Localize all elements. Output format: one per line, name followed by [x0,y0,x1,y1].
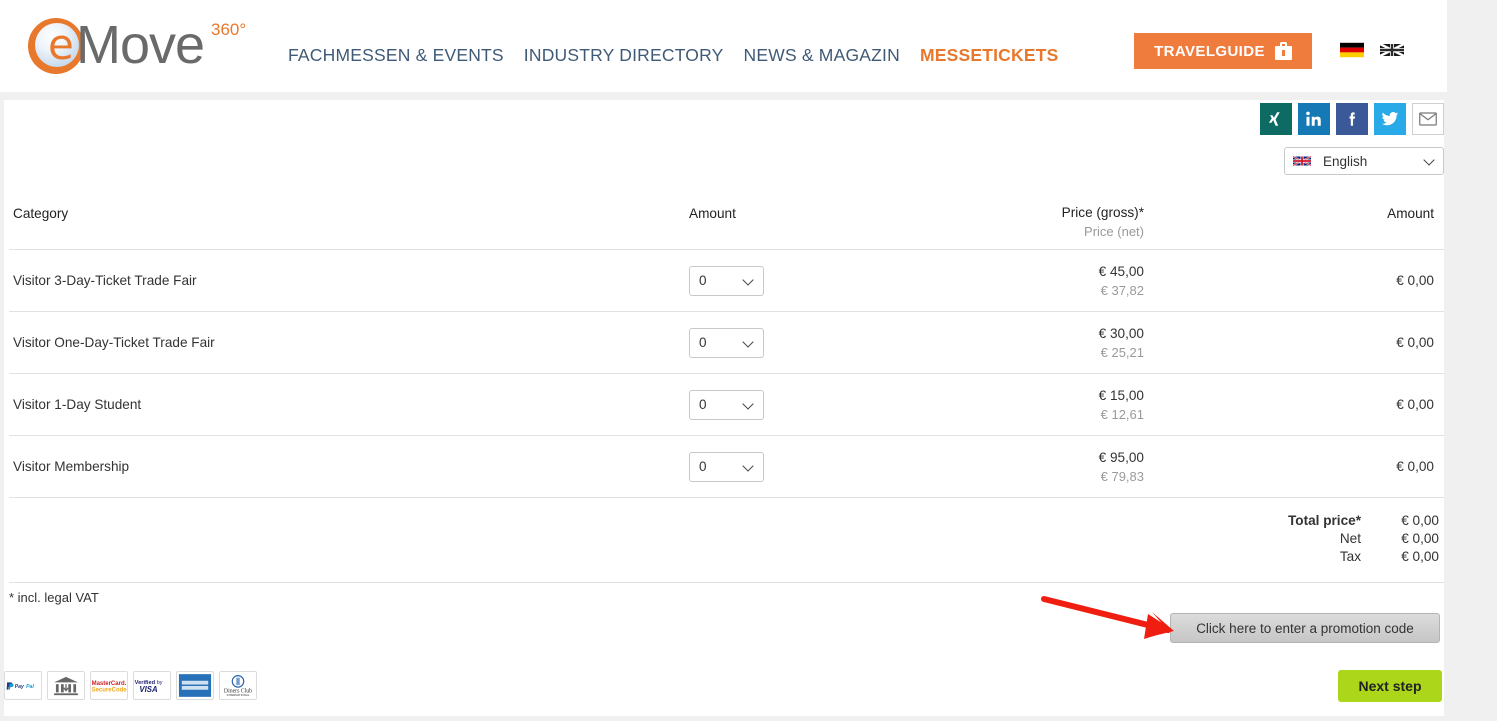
svg-text:Pal: Pal [26,684,34,690]
quantity-select-membership[interactable]: 0 [689,451,764,482]
next-step-button[interactable]: Next step [1338,670,1442,702]
total-price-line: Total price* € 0,00 [9,512,1439,530]
chevron-down-icon [744,462,754,472]
header-price: Price (gross)* Price (net) [814,205,1194,239]
social-share-bar [1260,103,1444,135]
travelguide-button[interactable]: TRAVELGUIDE [1134,33,1312,69]
table-header-row: Category Amount Price (gross)* Price (ne… [9,200,1444,250]
price-net: € 37,82 [1100,282,1144,298]
language-select[interactable]: English [1284,147,1444,175]
totals-block: Total price* € 0,00 Net € 0,00 Tax € 0,0… [9,498,1444,583]
language-flags [1340,42,1404,58]
diners-club-icon: Diners Club INTERNATIONAL [219,671,257,700]
verified-by-visa-icon: Verified by VISA [133,671,171,700]
chevron-down-icon [744,338,754,348]
svg-text:Pay: Pay [15,684,25,690]
header-line-amount: Amount [1387,206,1434,221]
share-email-icon[interactable] [1412,103,1444,135]
share-facebook-icon[interactable] [1336,103,1368,135]
main-navigation: FACHMESSEN & EVENTS INDUSTRY DIRECTORY N… [288,45,1058,66]
quantity-value: 0 [699,459,707,474]
price-net: € 12,61 [1100,406,1144,422]
quantity-value: 0 [699,335,707,350]
logo-wordmark: Move [76,15,205,75]
price-gross: € 95,00 [1098,449,1144,465]
table-row: Visitor Membership 0 € 95,00 € 79,83 € 0… [9,436,1444,498]
total-price-label: Total price* [1287,513,1361,528]
quantity-value: 0 [699,397,707,412]
ticket-name: Visitor 1-Day Student [13,396,142,412]
line-amount: € 0,00 [1396,334,1434,350]
svg-text:SecureCode.: SecureCode. [92,687,127,693]
share-twitter-icon[interactable] [1374,103,1406,135]
share-linkedin-icon[interactable] [1298,103,1330,135]
american-express-icon [176,671,214,700]
svg-text:MasterCard.: MasterCard. [92,680,127,686]
ticket-table: Category Amount Price (gross)* Price (ne… [9,200,1444,583]
table-row: Visitor 1-Day Student 0 € 15,00 € 12,61 … [9,374,1444,436]
promotion-code-button[interactable]: Click here to enter a promotion code [1170,613,1440,643]
price-gross: € 15,00 [1098,387,1144,403]
header-amount: Amount [689,206,736,221]
chevron-down-icon [1425,156,1435,166]
promotion-code-label: Click here to enter a promotion code [1196,620,1414,636]
page-bottom-gutter [0,716,1497,721]
ticket-name: Visitor Membership [13,458,130,474]
net-line: Net € 0,00 [9,530,1439,548]
net-label: Net [1339,531,1361,546]
sofort-bank-icon [47,671,85,700]
chevron-down-icon [744,276,754,286]
svg-text:by: by [157,680,163,686]
logo-superscript: 360° [211,20,247,39]
price-net: € 79,83 [1100,468,1144,484]
header-price-gross: Price (gross)* [1061,205,1144,220]
quantity-select-oneday[interactable]: 0 [689,327,764,358]
payment-methods: Pay Pal MasterCard. SecureCode. Verified… [4,671,257,700]
mastercard-securecode-icon: MasterCard. SecureCode. [90,671,128,700]
svg-text:INTERNATIONAL: INTERNATIONAL [227,693,250,697]
nav-item-messetickets[interactable]: MESSETICKETS [920,45,1059,66]
line-amount: € 0,00 [1396,396,1434,412]
quantity-value: 0 [699,273,707,288]
header-price-net: Price (net) [1084,224,1144,239]
ticket-name: Visitor 3-Day-Ticket Trade Fair [13,272,197,288]
vat-note: * incl. legal VAT [9,590,99,605]
site-header: e Move 360° FACHMESSEN & EVENTS INDUSTRY… [0,0,1447,92]
tax-label: Tax [1339,549,1361,564]
price-gross: € 30,00 [1098,325,1144,341]
quantity-select-student[interactable]: 0 [689,389,764,420]
page-scroll-gutter [1447,0,1497,721]
total-price-value: € 0,00 [1401,513,1439,528]
travelguide-label: TRAVELGUIDE [1154,42,1265,60]
language-flag-icon [1293,155,1311,167]
price-gross: € 45,00 [1098,263,1144,279]
flag-de-icon[interactable] [1340,42,1364,58]
price-net: € 25,21 [1100,344,1144,360]
suitcase-icon [1274,42,1292,60]
line-amount: € 0,00 [1396,272,1434,288]
table-row: Visitor 3-Day-Ticket Trade Fair 0 € 45,0… [9,250,1444,312]
svg-text:VISA: VISA [139,685,158,694]
flag-en-icon[interactable] [1380,42,1404,58]
table-row: Visitor One-Day-Ticket Trade Fair 0 € 30… [9,312,1444,374]
nav-item-fachmessen[interactable]: FACHMESSEN & EVENTS [288,45,504,66]
tax-line: Tax € 0,00 [9,548,1439,566]
header-category: Category [13,206,69,221]
logo-letter-e: e [48,20,74,69]
page-root: e Move 360° FACHMESSEN & EVENTS INDUSTRY… [0,0,1497,721]
share-xing-icon[interactable] [1260,103,1292,135]
language-select-value: English [1323,153,1368,169]
nav-item-industry-directory[interactable]: INDUSTRY DIRECTORY [524,45,724,66]
net-value: € 0,00 [1401,531,1439,546]
site-logo[interactable]: e Move 360° [28,12,246,75]
nav-item-news-magazin[interactable]: NEWS & MAGAZIN [744,45,900,66]
ticket-name: Visitor One-Day-Ticket Trade Fair [13,334,215,350]
chevron-down-icon [744,400,754,410]
quantity-select-3day[interactable]: 0 [689,265,764,296]
tax-value: € 0,00 [1401,549,1439,564]
paypal-icon: Pay Pal [4,671,42,700]
line-amount: € 0,00 [1396,458,1434,474]
